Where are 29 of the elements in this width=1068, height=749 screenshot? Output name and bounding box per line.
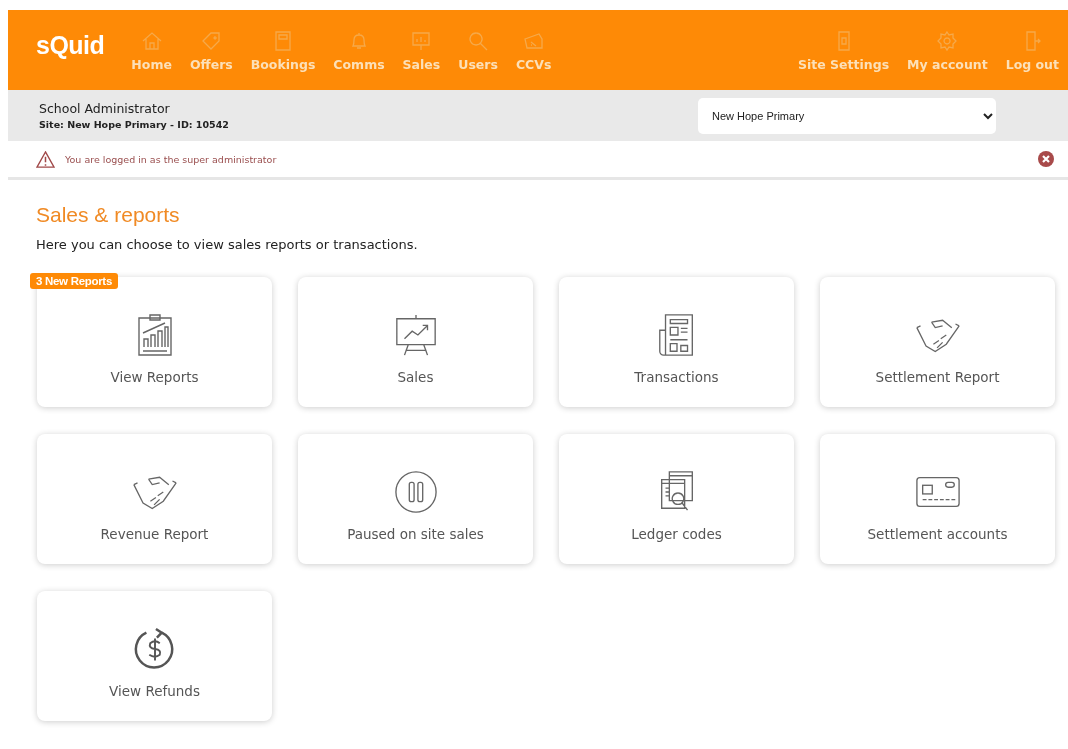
- pause-icon: [392, 470, 439, 514]
- report-tile[interactable]: Settlement accounts: [820, 434, 1055, 564]
- close-icon[interactable]: [1038, 151, 1054, 167]
- warning-icon: [36, 150, 55, 168]
- report-tile[interactable]: Revenue Report: [37, 434, 272, 564]
- nav-link[interactable]: Offers: [180, 10, 242, 90]
- nav-link[interactable]: Bookings: [241, 10, 325, 90]
- nav-link[interactable]: Log out: [996, 10, 1068, 90]
- page-description: Here you can choose to view sales reports or transactions.: [36, 237, 419, 252]
- report-tile[interactable]: Ledger codes: [559, 434, 794, 564]
- page-title: Sales & reports: [36, 203, 181, 227]
- site-select[interactable]: New Hope Primary: [698, 97, 996, 134]
- report-tile[interactable]: Sales: [298, 277, 533, 407]
- nav-link[interactable]: Sales: [393, 10, 450, 90]
- report-tile[interactable]: Paused on site sales: [298, 434, 533, 564]
- report-tile[interactable]: Transactions: [559, 277, 794, 407]
- nav-link[interactable]: Comms: [324, 10, 394, 90]
- nav-link[interactable]: Home: [122, 10, 181, 90]
- report-tile[interactable]: View Refunds: [37, 591, 272, 721]
- nav-link[interactable]: Users: [449, 10, 507, 90]
- nav-link[interactable]: Site Settings: [789, 10, 899, 90]
- nav-link[interactable]: My account: [898, 10, 997, 90]
- site-id: Site: New Hope Primary - ID: 10542: [39, 119, 229, 130]
- alert-message: You are logged in as the super administrator: [65, 153, 277, 165]
- report-tile[interactable]: Settlement Report: [820, 277, 1055, 407]
- user-role: School Administrator: [39, 101, 171, 116]
- new-reports-badge: 3 New Reports: [30, 273, 118, 289]
- nav-link[interactable]: CCVs: [506, 10, 561, 90]
- logo[interactable]: sQuid: [36, 30, 105, 60]
